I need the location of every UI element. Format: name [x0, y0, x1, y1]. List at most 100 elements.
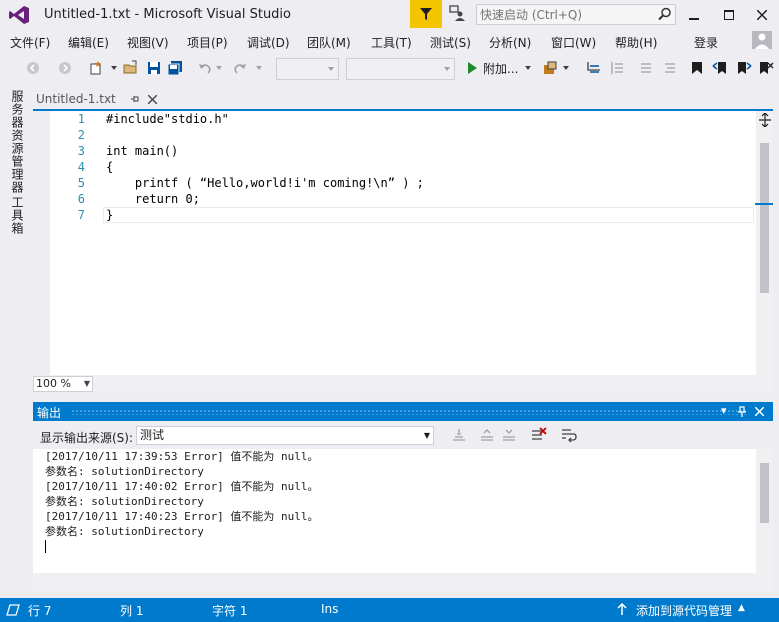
scrollbar-thumb[interactable]: [760, 463, 769, 523]
ready-status-icon: [6, 604, 20, 616]
menu-file[interactable]: 文件(F): [10, 34, 50, 51]
save-button[interactable]: [146, 58, 162, 78]
minimize-button[interactable]: [684, 5, 704, 25]
solution-configurations-dropdown[interactable]: [276, 58, 339, 80]
toolbox-tab[interactable]: 工具箱: [9, 196, 26, 235]
panel-options-icon[interactable]: ▾: [721, 404, 727, 417]
document-tab[interactable]: Untitled-1.txt: [33, 89, 158, 109]
toggle-outline-button[interactable]: [609, 58, 625, 78]
panel-drag-grip[interactable]: [71, 409, 746, 415]
menu-project[interactable]: 项目(P): [187, 34, 228, 51]
output-source-select[interactable]: 测试 ▼: [136, 426, 434, 445]
code-editor[interactable]: 1 #include"stdio.h" 2 3 int main() 4{ 5 pr…: [33, 111, 773, 375]
pin-icon[interactable]: [130, 94, 140, 104]
menu-analyze[interactable]: 分析(N): [489, 34, 531, 51]
browser-link-dropdown[interactable]: [562, 58, 570, 78]
close-window-button[interactable]: [752, 5, 772, 25]
outline-icon: [611, 62, 623, 74]
uncomment-lines-button[interactable]: [662, 58, 678, 78]
status-insert-mode: Ins: [321, 602, 339, 616]
step-into-button[interactable]: [586, 58, 602, 78]
output-text-area[interactable]: [2017/10/11 17:39:53 Error] 值不能为 null。 参数…: [33, 449, 773, 573]
menu-tools[interactable]: 工具(T): [371, 34, 412, 51]
filter-icon: [420, 8, 432, 20]
previous-bookmark-button[interactable]: [712, 58, 728, 78]
save-all-button[interactable]: [167, 58, 183, 78]
output-panel-title: 输出: [37, 406, 62, 420]
up-arrow-icon[interactable]: [617, 603, 627, 615]
new-project-dropdown[interactable]: [110, 58, 118, 78]
line-number: 1: [77, 112, 85, 126]
new-project-button[interactable]: [88, 58, 104, 78]
next-bookmark-button[interactable]: [736, 58, 752, 78]
find-message-icon[interactable]: [451, 428, 467, 442]
code-line: 1 #include"stdio.h": [33, 111, 753, 127]
menu-window[interactable]: 窗口(W): [551, 34, 596, 51]
quick-launch-input[interactable]: [477, 5, 652, 24]
clear-bookmarks-button[interactable]: [758, 58, 774, 78]
chevron-up-icon[interactable]: ▲: [738, 603, 745, 613]
bookmark-button[interactable]: [690, 58, 704, 78]
output-panel-header: 输出 ▾: [33, 402, 773, 421]
line-number: 3: [77, 144, 85, 158]
solution-platforms-dropdown[interactable]: [346, 58, 455, 80]
undo-button[interactable]: [197, 58, 213, 78]
title-bar: Untitled-1.txt - Microsoft Visual Studio: [0, 0, 779, 30]
chevron-down-icon: ▼: [423, 431, 430, 440]
maximize-button[interactable]: [719, 5, 739, 25]
sign-in-link[interactable]: 登录: [694, 34, 718, 51]
output-horizontal-scrollbar[interactable]: [33, 573, 773, 591]
undo-dropdown[interactable]: [215, 58, 223, 78]
back-arrow-icon: [27, 62, 39, 74]
menu-help[interactable]: 帮助(H): [615, 34, 657, 51]
chevron-down-icon: [563, 66, 569, 70]
redo-icon: [234, 64, 246, 74]
split-window-icon[interactable]: [759, 113, 771, 127]
account-avatar-icon[interactable]: [752, 31, 772, 49]
attach-label[interactable]: 附加...: [483, 60, 518, 77]
open-folder-icon: [123, 60, 137, 74]
output-vertical-scrollbar[interactable]: [756, 449, 773, 573]
line-number: 7: [77, 208, 85, 222]
previous-message-icon[interactable]: [479, 428, 495, 442]
search-icon: [658, 7, 671, 21]
attach-dropdown[interactable]: [524, 58, 532, 78]
save-all-icon: [167, 61, 182, 76]
next-message-icon[interactable]: [501, 428, 517, 442]
redo-button[interactable]: [232, 58, 248, 78]
chevron-down-icon: [525, 66, 531, 70]
minimize-icon: [689, 18, 699, 20]
clear-all-icon[interactable]: [531, 427, 547, 443]
menu-view[interactable]: 视图(V): [127, 34, 169, 51]
zoom-dropdown[interactable]: 100 % ▼: [33, 376, 93, 392]
scrollbar-thumb[interactable]: [760, 143, 769, 293]
output-line: [2017/10/11 17:39:53 Error] 值不能为 null。: [45, 450, 319, 463]
toggle-word-wrap-icon[interactable]: [561, 427, 577, 443]
code-line: 4{: [33, 159, 753, 175]
menu-edit[interactable]: 编辑(E): [68, 34, 109, 51]
window-title: Untitled-1.txt - Microsoft Visual Studio: [44, 7, 291, 22]
close-icon[interactable]: [755, 407, 764, 416]
menu-test[interactable]: 测试(S): [430, 34, 471, 51]
redo-dropdown[interactable]: [255, 58, 263, 78]
quick-launch-box[interactable]: [476, 4, 676, 25]
feedback-button[interactable]: [448, 4, 468, 24]
save-disk-icon: [148, 62, 160, 74]
pin-icon[interactable]: [737, 406, 747, 417]
comment-lines-button[interactable]: [638, 58, 654, 78]
server-explorer-tab[interactable]: 服务器资源管理器: [9, 90, 26, 194]
add-to-source-control[interactable]: 添加到源代码管理: [636, 602, 732, 619]
open-file-button[interactable]: [123, 58, 139, 78]
navigate-forward-button[interactable]: [58, 58, 72, 78]
menu-debug[interactable]: 调试(D): [247, 34, 290, 51]
notification-filter-button[interactable]: [410, 0, 442, 28]
text-caret: [45, 540, 46, 553]
code-line: 2: [33, 127, 753, 143]
navigate-back-button[interactable]: [26, 58, 40, 78]
close-tab-icon[interactable]: [147, 94, 157, 104]
menu-team[interactable]: 团队(M): [307, 34, 351, 51]
code-line: 5 printf ( “Hello,world!i'm coming!\n” )…: [33, 175, 753, 191]
start-attach-button[interactable]: [465, 58, 479, 78]
browser-link-button[interactable]: [542, 58, 558, 78]
editor-vertical-scrollbar[interactable]: [756, 111, 773, 375]
